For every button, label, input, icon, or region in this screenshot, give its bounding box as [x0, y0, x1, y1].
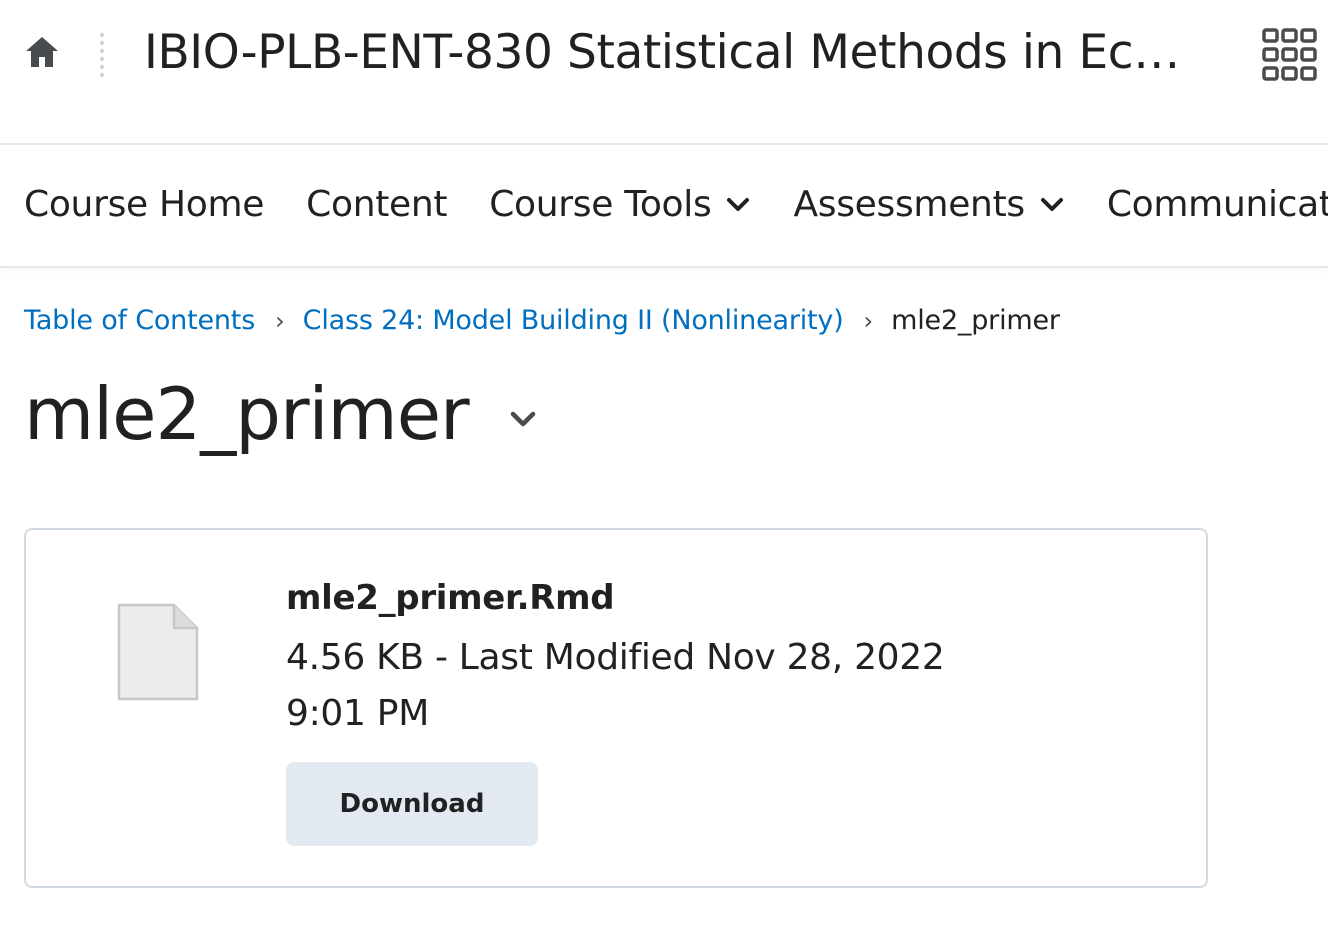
nav-item-communication[interactable]: Communication	[1107, 181, 1328, 229]
breadcrumb-separator: ›	[275, 307, 285, 335]
nav-item-course-tools[interactable]: Course Tools	[489, 181, 751, 229]
title-actions-dropdown[interactable]	[505, 403, 541, 439]
page-title: mle2_primer	[24, 372, 470, 456]
header-separator	[99, 32, 105, 78]
nav-item-label: Content	[306, 184, 448, 225]
nav-item-content[interactable]: Content	[306, 181, 447, 229]
nav-item-label: Assessments	[793, 184, 1025, 225]
download-button[interactable]: Download	[286, 762, 538, 846]
file-name: mle2_primer.Rmd	[286, 578, 615, 618]
nav-item-label: Course Home	[24, 184, 265, 225]
file-meta: 4.56 KB - Last Modified Nov 28, 2022 9:0…	[286, 637, 945, 734]
breadcrumb-separator: ›	[863, 307, 874, 335]
course-title[interactable]: IBIO-PLB-ENT-830 Statistical Methods in …	[144, 22, 1180, 84]
generic-file-icon	[116, 602, 200, 702]
course-navbar: Course Home Content Course Tools Assessm…	[0, 147, 1328, 268]
breadcrumb-table-of-contents[interactable]: Table of Contents	[24, 303, 255, 339]
breadcrumb-current: mle2_primer	[891, 305, 1060, 336]
file-card: mle2_primer.Rmd 4.56 KB - Last Modified …	[24, 528, 1208, 888]
breadcrumb: Table of Contents › Class 24: Model Buil…	[24, 303, 1060, 339]
top-header: IBIO-PLB-ENT-830 Statistical Methods in …	[0, 0, 1328, 145]
breadcrumb-class-24[interactable]: Class 24: Model Building II (Nonlinearit…	[303, 303, 844, 339]
nav-item-label: Course Tools	[489, 184, 712, 225]
app-launcher-button[interactable]	[1260, 26, 1320, 86]
home-icon	[24, 35, 60, 73]
nav-list: Course Home Content Course Tools Assessm…	[24, 181, 1328, 229]
waffle-grid-icon	[1260, 28, 1320, 90]
page-title-row: mle2_primer	[24, 366, 541, 462]
nav-item-assessments[interactable]: Assessments	[793, 181, 1064, 229]
chevron-down-icon	[725, 192, 751, 218]
chevron-down-icon	[1039, 192, 1065, 218]
nav-item-label: Communication	[1106, 184, 1328, 225]
home-button[interactable]	[22, 34, 62, 74]
chevron-down-icon	[509, 410, 537, 432]
nav-item-course-home[interactable]: Course Home	[24, 181, 264, 229]
